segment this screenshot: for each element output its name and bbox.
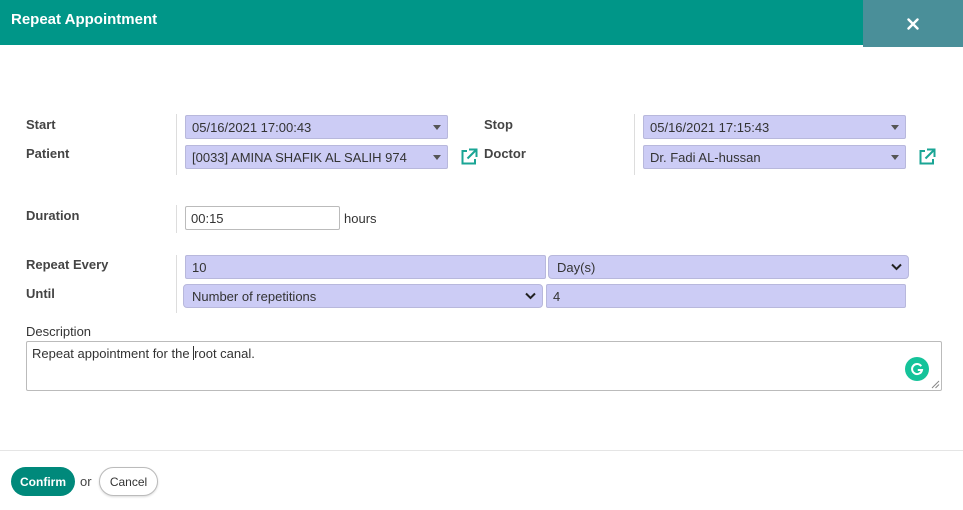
divider xyxy=(176,255,177,313)
chevron-down-icon xyxy=(525,292,536,300)
close-button[interactable] xyxy=(863,0,963,47)
start-datetime-value: 05/16/2021 17:00:43 xyxy=(192,119,312,135)
open-external-doctor-icon[interactable] xyxy=(917,147,937,167)
description-text-before-cursor: Repeat appointment for the xyxy=(32,346,194,361)
until-mode-select[interactable]: Number of repetitions xyxy=(183,284,543,308)
duration-input[interactable]: 00:15 xyxy=(185,206,340,230)
repeat-every-value: 10 xyxy=(192,259,207,275)
doctor-value: Dr. Fadi AL-hussan xyxy=(650,149,761,165)
until-mode-value: Number of repetitions xyxy=(192,288,317,304)
patient-select[interactable]: [0033] AMINA SHAFIK AL SALIH 974 xyxy=(185,145,448,169)
duration-label: Duration xyxy=(26,208,80,223)
description-textarea[interactable]: Repeat appointment for the root canal. xyxy=(26,341,942,391)
duration-unit-label: hours xyxy=(344,211,377,226)
dialog-title: Repeat Appointment xyxy=(11,11,158,28)
divider xyxy=(176,205,177,233)
description-label: Description xyxy=(26,324,92,339)
divider xyxy=(176,114,177,175)
resize-handle-icon[interactable] xyxy=(930,379,940,389)
grammarly-g-icon xyxy=(911,363,924,376)
chevron-down-icon xyxy=(891,263,902,271)
confirm-button[interactable]: Confirm xyxy=(11,467,75,496)
repeat-every-input[interactable]: 10 xyxy=(185,255,546,279)
patient-value: [0033] AMINA SHAFIK AL SALIH 974 xyxy=(192,149,407,165)
dropdown-caret-icon xyxy=(433,124,441,130)
repeat-unit-value: Day(s) xyxy=(557,259,596,275)
until-label: Until xyxy=(26,286,55,301)
repeat-unit-select[interactable]: Day(s) xyxy=(548,255,909,279)
open-external-patient-icon[interactable] xyxy=(459,147,479,167)
footer-divider xyxy=(0,450,963,451)
dropdown-caret-icon xyxy=(433,154,441,160)
stop-label: Stop xyxy=(484,117,513,132)
or-text: or xyxy=(80,474,92,489)
dropdown-caret-icon xyxy=(891,154,899,160)
repetitions-count-value: 4 xyxy=(553,288,561,304)
close-icon xyxy=(907,17,919,30)
repeat-every-label: Repeat Every xyxy=(26,257,109,272)
description-text-after-cursor: root canal. xyxy=(194,346,255,361)
repetitions-count-input[interactable]: 4 xyxy=(546,284,906,308)
stop-datetime-value: 05/16/2021 17:15:43 xyxy=(650,119,770,135)
start-datetime-select[interactable]: 05/16/2021 17:00:43 xyxy=(185,115,448,139)
divider xyxy=(634,114,635,175)
doctor-label: Doctor xyxy=(484,146,526,161)
start-label: Start xyxy=(26,117,56,132)
doctor-select[interactable]: Dr. Fadi AL-hussan xyxy=(643,145,906,169)
patient-label: Patient xyxy=(26,146,70,161)
cancel-button[interactable]: Cancel xyxy=(99,467,158,496)
dialog-header: Repeat Appointment xyxy=(0,0,963,45)
dropdown-caret-icon xyxy=(891,124,899,130)
grammarly-icon[interactable] xyxy=(905,357,929,381)
stop-datetime-select[interactable]: 05/16/2021 17:15:43 xyxy=(643,115,906,139)
